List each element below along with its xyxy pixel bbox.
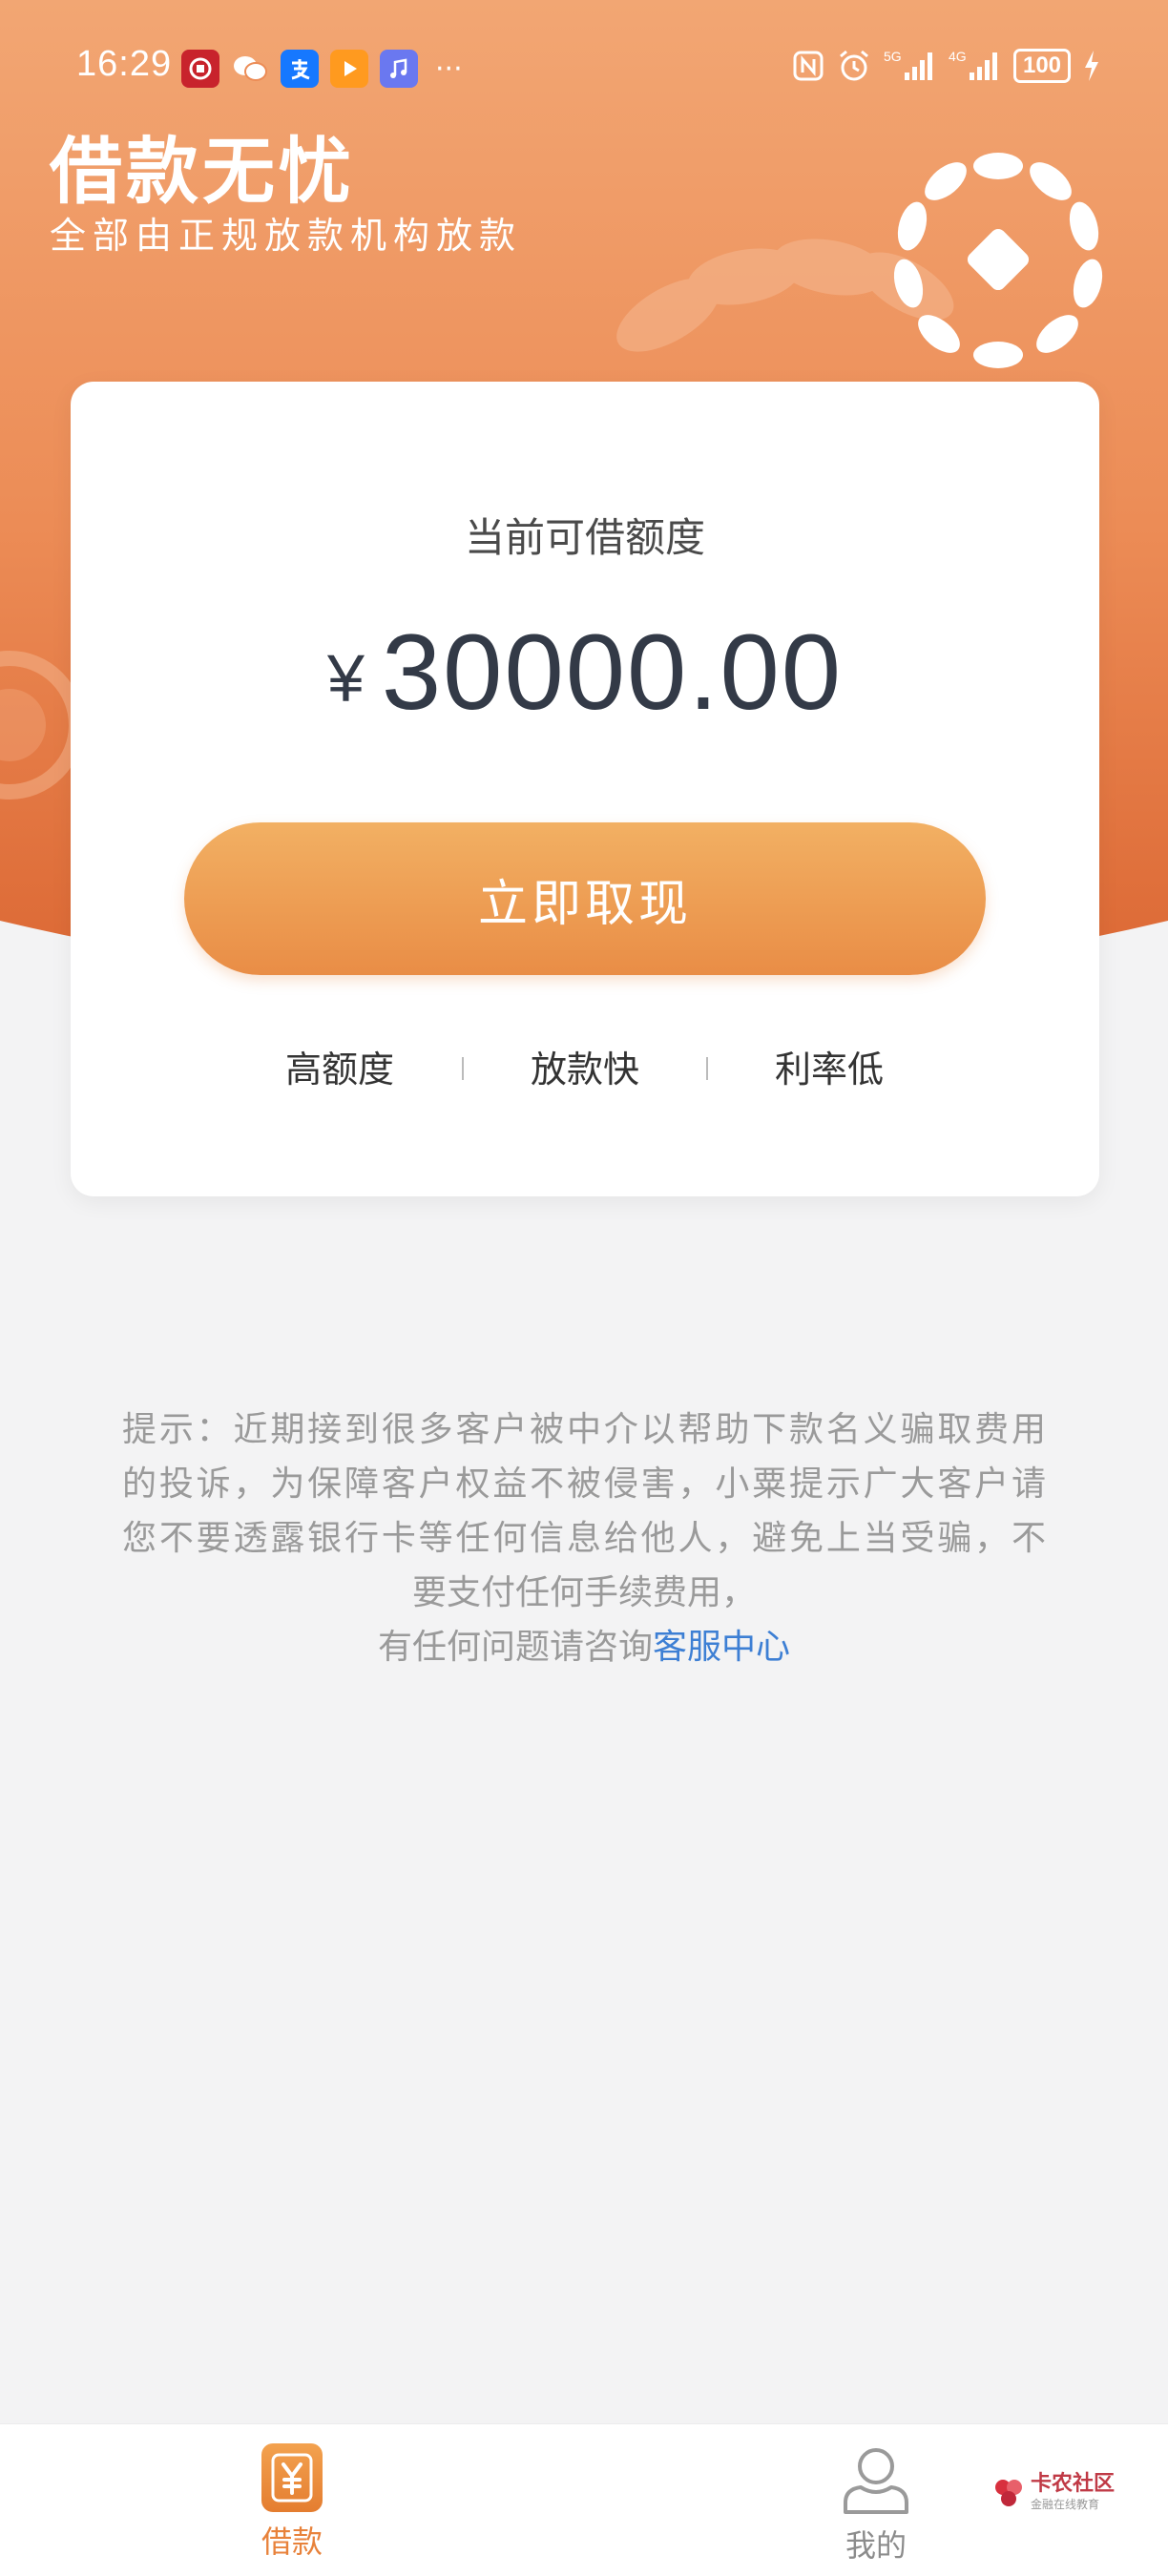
- feature-divider: [706, 1057, 708, 1080]
- svg-text:4G: 4G: [949, 49, 967, 64]
- notice-line: 您不要透露银行卡等任何信息给他人，避免上当受骗，不: [122, 1519, 1046, 1558]
- video-app-icon: [330, 50, 368, 88]
- charging-icon: [1085, 51, 1098, 81]
- tab-loan-label: 借款: [261, 2524, 323, 2560]
- watermark-subtitle: 金融在线教育: [1031, 2498, 1100, 2511]
- signal-4g-icon: 4G: [949, 49, 997, 80]
- notice-line: 的投诉，为保障客户权益不被侵害，小粟提示广大客户请: [122, 1465, 1046, 1504]
- status-time: 16:29: [76, 44, 173, 84]
- notification-icons: ···: [181, 50, 463, 88]
- bank-app-icon: [181, 50, 219, 88]
- withdraw-button[interactable]: 立即取现: [184, 822, 986, 975]
- quota-value: 30000.00: [381, 613, 844, 732]
- user-icon: [844, 2448, 908, 2514]
- notice-contact-line: 有任何问题请咨询客服中心: [122, 1620, 1046, 1674]
- fraud-warning-notice: 提示：近期接到很多客户被中介以帮助下款名义骗取费用 的投诉，为保障客户权益不被侵…: [122, 1402, 1046, 1674]
- watermark: 卡农社区 金融在线教育: [992, 2473, 1115, 2512]
- feature-list: 高额度 放款快 利率低: [71, 1040, 1099, 1097]
- svg-text:5G: 5G: [884, 49, 902, 64]
- loan-quota-card: 当前可借额度 ¥30000.00 立即取现 高额度 放款快 利率低: [71, 382, 1099, 1196]
- notice-line: 提示：近期接到很多客户被中介以帮助下款名义骗取费用: [122, 1410, 1046, 1449]
- app-subtitle: 全部由正规放款机构放款: [50, 215, 523, 257]
- nfc-icon: [793, 51, 824, 81]
- coin-wreath-logo: [893, 153, 1103, 368]
- wechat-icon: [231, 50, 269, 88]
- yuan-icon: [261, 2443, 323, 2512]
- alipay-icon: [281, 50, 319, 88]
- feature-divider: [462, 1057, 464, 1080]
- watermark-logo-icon: [995, 2479, 1022, 2506]
- feature-fast-payout: 放款快: [530, 1049, 639, 1091]
- alarm-icon: [840, 50, 868, 81]
- more-notifications-icon: ···: [435, 52, 463, 86]
- music-app-icon: [380, 50, 418, 88]
- watermark-name: 卡农社区: [1031, 2472, 1116, 2496]
- notice-contact-text: 有任何问题请咨询: [377, 1628, 653, 1667]
- signal-5g-icon: 5G: [884, 49, 932, 80]
- app-title: 借款无忧: [50, 129, 355, 214]
- battery-indicator: 100: [1013, 49, 1071, 83]
- notice-line: 要支付任何手续费用，: [411, 1573, 756, 1612]
- system-icons: 5G 4G 100: [792, 48, 1101, 84]
- tab-mine-label: 我的: [845, 2527, 907, 2564]
- tab-mine[interactable]: 我的: [800, 2443, 952, 2567]
- tab-loan[interactable]: 借款: [216, 2443, 368, 2567]
- quota-amount: ¥30000.00: [71, 611, 1099, 734]
- quota-label: 当前可借额度: [464, 514, 705, 561]
- feature-high-limit: 高额度: [284, 1049, 394, 1091]
- currency-symbol: ¥: [326, 641, 365, 716]
- feature-low-rate: 利率低: [774, 1049, 884, 1091]
- customer-service-link[interactable]: 客服中心: [653, 1628, 790, 1667]
